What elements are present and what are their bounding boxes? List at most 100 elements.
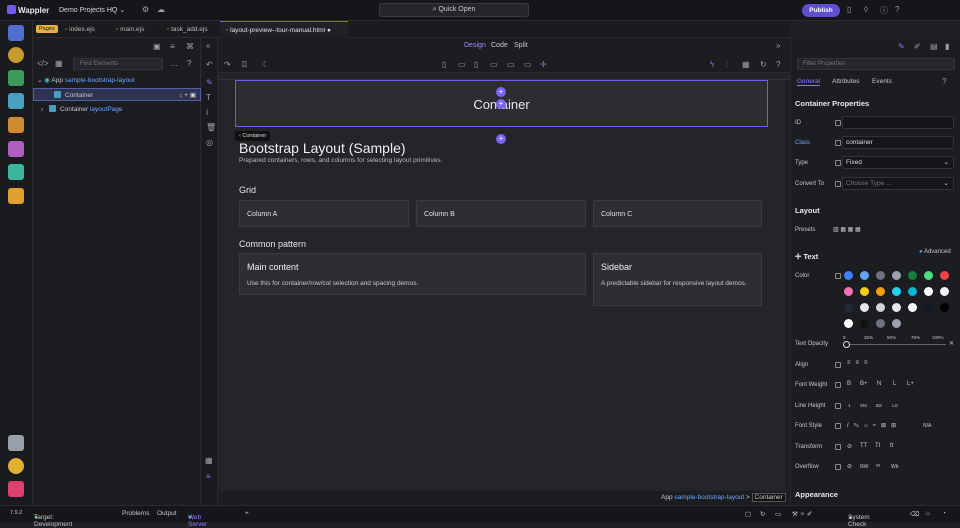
find-elements-input[interactable]: Find Elements — [73, 58, 163, 70]
column-card[interactable]: Column A — [239, 200, 409, 227]
tab-general[interactable]: General — [797, 78, 821, 86]
tab-task-add[interactable]: ▫ task_add.ejs — [161, 21, 214, 38]
more-icon[interactable]: … — [170, 59, 178, 68]
tab-split[interactable]: Split — [514, 42, 528, 49]
column-card[interactable]: Column C — [593, 200, 762, 227]
help-icon[interactable]: ? — [895, 5, 899, 14]
routes-icon[interactable] — [8, 117, 24, 133]
opacity-slider[interactable] — [846, 344, 946, 345]
color-swatch[interactable] — [908, 271, 917, 280]
clear-icon[interactable]: ✕ — [949, 340, 954, 347]
row-actions-icon[interactable]: ↕ + ▣ — [179, 89, 196, 102]
lh-1[interactable]: 1 — [848, 403, 851, 408]
grid-icon[interactable]: ▦ — [742, 60, 750, 69]
weight-bplus[interactable]: B+ — [860, 381, 868, 387]
add-below-icon[interactable]: + — [496, 134, 506, 144]
problems-button[interactable]: Problems — [122, 510, 149, 517]
drop-icon[interactable]: ◊ — [864, 5, 868, 14]
style-na[interactable]: N/A — [923, 423, 931, 429]
cloud-icon[interactable]: ☁ — [157, 5, 165, 14]
tab-code[interactable]: Code — [491, 42, 508, 49]
sidebar-card[interactable]: Sidebar A predictable sidebar for respons… — [593, 253, 762, 306]
library-icon[interactable]: ▣ — [153, 42, 161, 51]
window-icon[interactable]: ▢ — [745, 510, 751, 518]
book-icon[interactable]: ▮ — [945, 42, 949, 51]
color-swatch[interactable] — [844, 303, 853, 312]
overflow-wb[interactable]: Wb — [891, 464, 899, 470]
color-swatch[interactable] — [940, 303, 949, 312]
edit-icon[interactable]: ✎ — [898, 42, 905, 51]
heart-icon[interactable] — [8, 481, 24, 497]
redo-icon[interactable]: ↷ — [224, 60, 231, 69]
lock-icon[interactable]: ⌂ — [926, 510, 930, 517]
weight-n[interactable]: N — [877, 381, 881, 387]
weight-b[interactable]: B — [847, 381, 851, 387]
undo-icon[interactable]: ↶ — [206, 60, 213, 69]
panel-icon[interactable]: ▭ — [775, 510, 781, 518]
transform-icon[interactable]: ⊘ — [847, 443, 852, 450]
breadcrumb-current[interactable]: Container — [751, 493, 786, 502]
brush-icon[interactable]: ✐ — [914, 42, 921, 51]
type-select[interactable]: Fixed ⌄ — [842, 156, 954, 169]
color-swatch[interactable] — [876, 319, 885, 328]
laptop-icon[interactable]: ▭ — [490, 60, 498, 69]
color-swatch[interactable] — [860, 271, 869, 280]
class-field[interactable]: container — [842, 136, 954, 149]
eye-icon[interactable]: ◎ — [206, 138, 213, 147]
tab-attributes[interactable]: Attributes — [832, 78, 859, 85]
bind-icon[interactable] — [835, 464, 841, 470]
database-icon[interactable] — [8, 93, 24, 109]
help-icon[interactable]: ? — [776, 60, 780, 69]
add-icon[interactable]: + — [245, 510, 249, 517]
trash-icon[interactable]: 🗑 — [206, 123, 216, 132]
overflow-nw[interactable]: NW — [860, 464, 868, 470]
flash-icon[interactable]: ϟ — [710, 60, 714, 69]
help-icon[interactable]: ? — [942, 77, 946, 86]
bind-icon[interactable] — [835, 273, 841, 279]
main-content-card[interactable]: Main content Use this for container/row/c… — [239, 253, 586, 295]
grid-icon[interactable]: ▦ — [205, 456, 213, 465]
color-swatch[interactable] — [844, 287, 853, 296]
tree-icon[interactable]: ⌘ — [186, 42, 194, 51]
tree-item-layout[interactable]: › Container layoutPage — [33, 103, 201, 116]
color-swatch[interactable] — [908, 303, 917, 312]
weight-l[interactable]: L — [893, 381, 896, 387]
doc-icon[interactable]: ▤ — [930, 42, 938, 51]
tab-index[interactable]: ▫ index.ejs — [59, 21, 101, 38]
opacity-handle[interactable] — [843, 341, 850, 348]
refresh-icon[interactable]: ↻ — [760, 60, 767, 69]
color-swatch[interactable] — [924, 287, 933, 296]
bind-icon[interactable] — [835, 160, 841, 166]
lines-icon[interactable]: ≡ — [206, 472, 211, 481]
color-swatch[interactable] — [892, 287, 901, 296]
add-above-icon[interactable]: + — [496, 87, 506, 97]
transform-capital[interactable]: Tt — [875, 443, 880, 449]
preset-icons[interactable]: ▥ ▦ ▦ ▦ — [833, 226, 861, 233]
design-icon[interactable] — [8, 141, 24, 157]
text-icon[interactable]: T — [206, 93, 211, 102]
camera-icon[interactable]: ⌼ — [242, 60, 247, 70]
bell-icon[interactable]: ◔ — [942, 510, 946, 517]
color-swatch[interactable] — [892, 319, 901, 328]
color-swatch[interactable] — [940, 287, 949, 296]
color-swatch[interactable] — [844, 271, 853, 280]
color-swatch[interactable] — [876, 287, 885, 296]
gear-icon[interactable]: ⚙ — [142, 5, 149, 14]
lh-sm[interactable]: SM — [860, 403, 867, 408]
color-swatch[interactable] — [860, 287, 869, 296]
color-swatch[interactable] — [908, 287, 917, 296]
tab-layout-preview[interactable]: ▫ layout-preview--tour-manual.html ● — [220, 21, 348, 38]
desktop-icon[interactable]: ▭ — [507, 60, 515, 69]
color-swatch[interactable] — [860, 303, 869, 312]
color-swatch[interactable] — [892, 271, 901, 280]
bot-icon[interactable] — [8, 188, 24, 204]
expand-icon[interactable]: » — [776, 41, 780, 50]
panel-icon[interactable]: ▯ — [847, 5, 851, 14]
bind-icon[interactable] — [835, 362, 841, 368]
lh-lg[interactable]: LG — [892, 403, 898, 408]
collapse-icon[interactable]: « — [206, 41, 210, 50]
bind-icon[interactable] — [835, 423, 841, 429]
layers-icon[interactable] — [8, 164, 24, 180]
extensions-icon[interactable] — [8, 435, 24, 451]
color-swatch[interactable] — [924, 303, 933, 312]
